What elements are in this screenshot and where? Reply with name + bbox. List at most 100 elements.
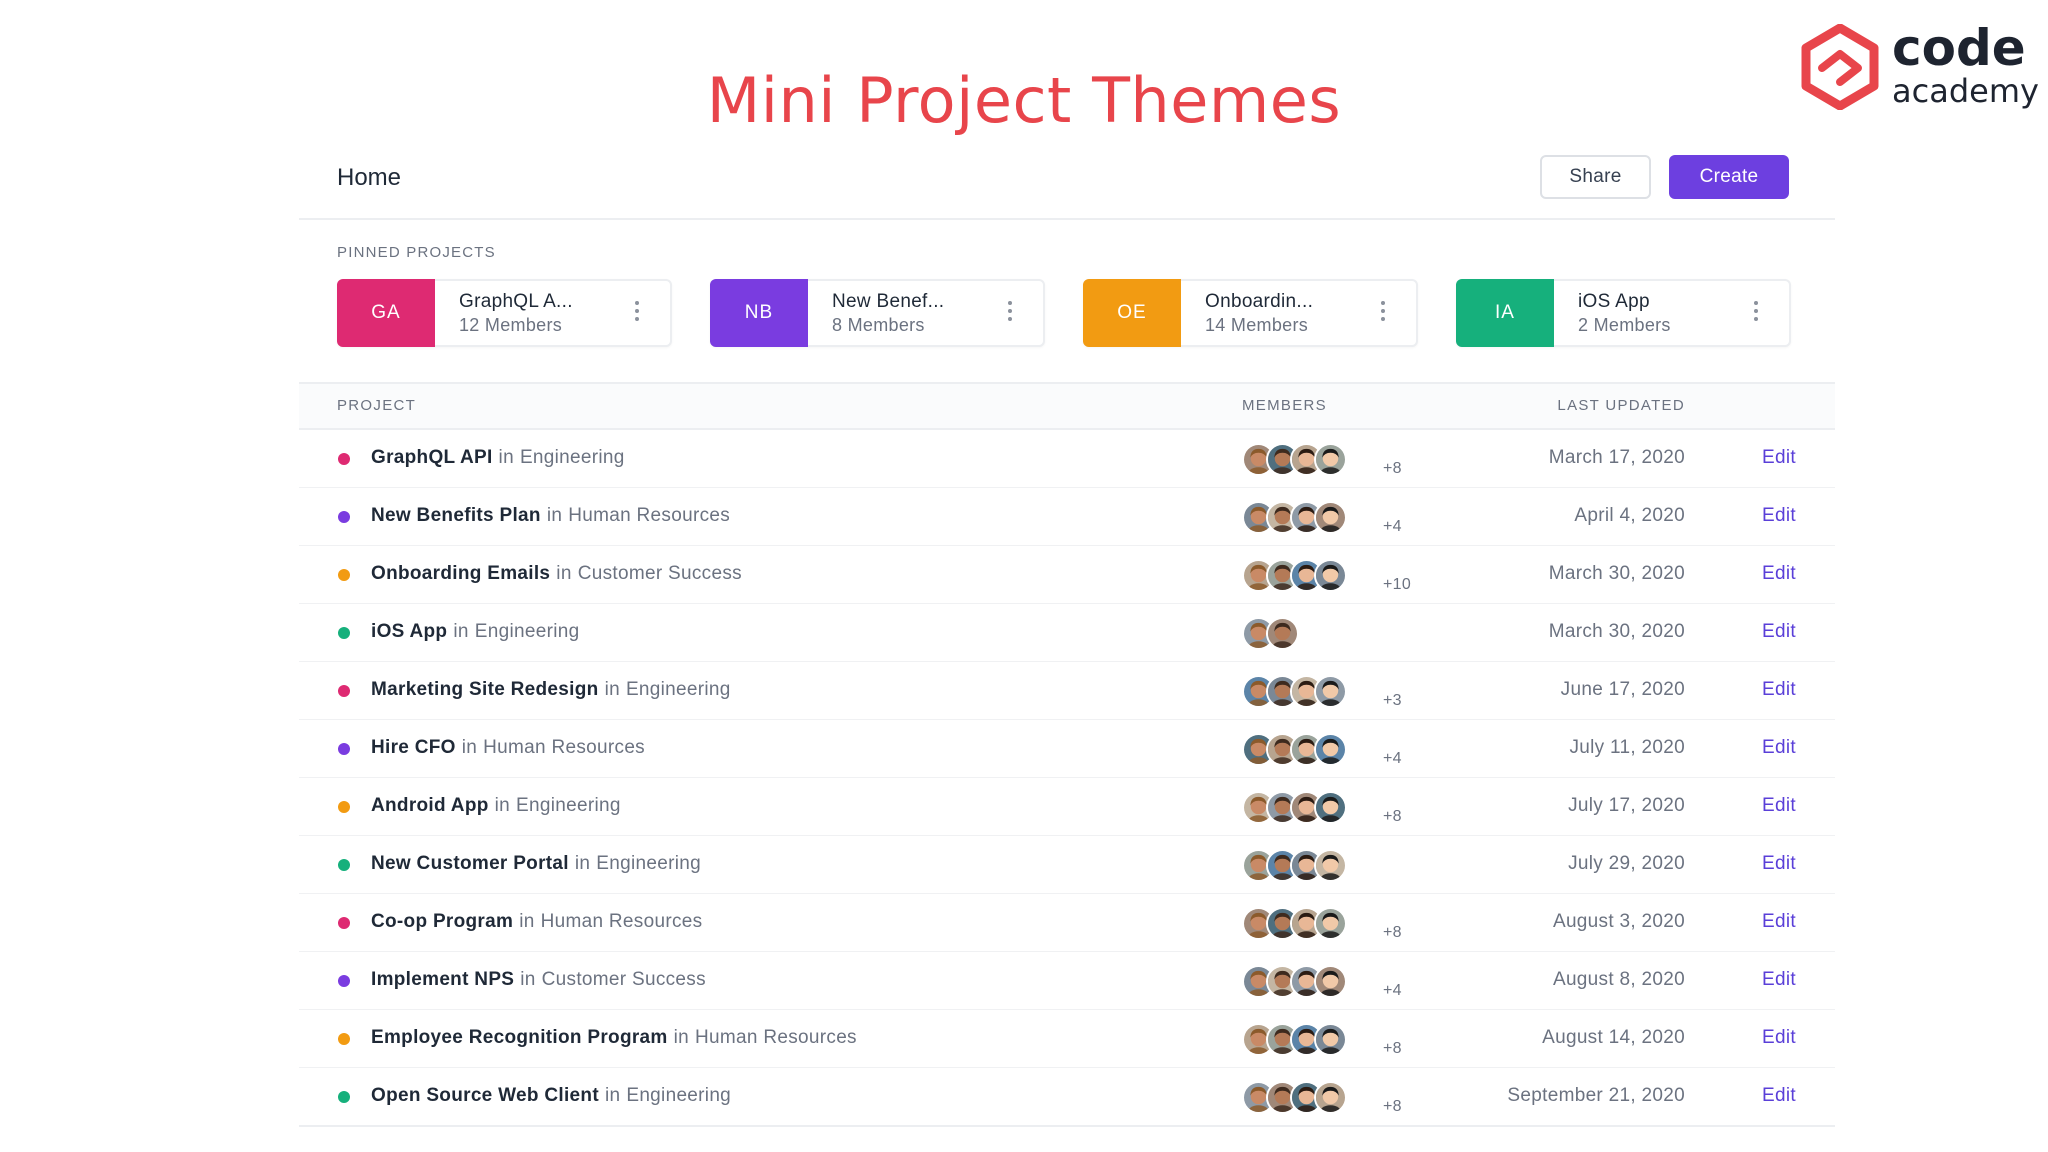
more-vertical-icon[interactable] [633,301,641,325]
last-updated-date: July 29, 2020 [1568,853,1685,874]
project-name[interactable]: Co-op Program [371,911,513,932]
project-cell: Onboarding Emails in Customer Success [371,563,742,585]
project-cell: Android App in Engineering [371,795,621,817]
table-row[interactable]: Employee Recognition Program in Human Reso… [299,1010,1835,1068]
project-color-dot [338,1091,350,1103]
edit-link[interactable]: Edit [1762,737,1796,759]
pinned-project-members: 8 Members [832,315,925,335]
edit-link[interactable]: Edit [1762,621,1796,643]
project-name[interactable]: Implement NPS [371,969,514,990]
column-header-last-updated[interactable]: LAST UPDATED [1557,397,1685,414]
edit-link[interactable]: Edit [1762,1027,1796,1049]
avatar [1314,675,1347,708]
project-department: Human Resources [540,911,703,932]
project-department: Engineering [596,853,701,874]
project-name[interactable]: Employee Recognition Program [371,1027,668,1048]
project-name[interactable]: Android App [371,795,489,816]
edit-link[interactable]: Edit [1762,969,1796,991]
project-in-label: in [556,563,572,584]
edit-link[interactable]: Edit [1762,505,1796,527]
code-academy-logo: code academy [1800,19,2040,110]
pinned-project-name: New Benef... [832,291,945,312]
last-updated-date: March 17, 2020 [1548,447,1685,468]
project-cell: Marketing Site Redesign in Engineering [371,679,731,701]
project-color-dot [338,453,350,465]
project-cell: GraphQL API in Engineering [371,447,625,469]
project-color-dot [338,1033,350,1045]
extra-members-count: +4 [1383,750,1402,767]
table-row[interactable]: Co-op Program in Human Resources +8 August 3… [299,894,1835,952]
table-row[interactable]: GraphQL API in Engineering +8 March 17, 2020… [299,430,1835,488]
project-cell: iOS App in Engineering [371,621,579,643]
project-initials-badge: NB [710,279,808,347]
edit-link[interactable]: Edit [1762,563,1796,585]
project-name[interactable]: New Customer Portal [371,853,569,874]
project-name[interactable]: Hire CFO [371,737,456,758]
project-name[interactable]: iOS App [371,621,447,642]
project-in-label: in [494,795,511,816]
table-row[interactable]: New Benefits Plan in Human Resources +4 Apri… [299,488,1835,546]
column-header-project[interactable]: PROJECT [337,397,416,414]
more-vertical-icon[interactable] [1006,301,1014,325]
project-name[interactable]: Open Source Web Client [371,1085,599,1106]
logo-line-2: academy [1892,72,2039,110]
project-color-dot [338,511,350,523]
project-color-dot [338,743,350,755]
project-cell: New Customer Portal in Engineering [371,853,701,875]
more-vertical-icon[interactable] [1752,301,1760,325]
more-vertical-icon[interactable] [1379,301,1387,325]
project-name[interactable]: New Benefits Plan [371,505,541,526]
extra-members-count: +8 [1383,808,1402,825]
project-name[interactable]: GraphQL API [371,447,493,468]
projects-table: GraphQL API in Engineering +8 March 17, 2020… [299,430,1835,1127]
edit-link[interactable]: Edit [1762,795,1796,817]
table-row[interactable]: Open Source Web Client in Engineering +8 Sep… [299,1068,1835,1127]
project-in-label: in [498,447,514,468]
project-in-label: in [453,621,469,642]
table-row[interactable]: Hire CFO in Human Resources +4 July 11, 2020… [299,720,1835,778]
project-name[interactable]: Marketing Site Redesign [371,679,599,700]
project-name[interactable]: Onboarding Emails [371,563,550,584]
table-row[interactable]: Android App in Engineering +8 July 17, 2020 E… [299,778,1835,836]
pinned-project-card[interactable]: GA GraphQL A... 12 Members [337,279,672,347]
project-in-label: in [520,969,536,990]
table-row[interactable]: iOS App in Engineering March 30, 2020 Edit [299,604,1835,662]
project-in-label: in [673,1027,690,1048]
logo-line-1: code [1892,19,2026,77]
pinned-project-members: 2 Members [1578,315,1671,335]
table-row[interactable]: Onboarding Emails in Customer Success +10 Ma… [299,546,1835,604]
avatar [1314,1081,1347,1114]
project-initials-badge: GA [337,279,435,347]
project-color-dot [338,569,350,581]
edit-link[interactable]: Edit [1762,447,1796,469]
project-in-label: in [461,737,478,758]
projects-dashboard: Home Share Create PINNED PROJECTS GA Grap… [299,140,1835,1127]
edit-link[interactable]: Edit [1762,853,1796,875]
edit-link[interactable]: Edit [1762,679,1796,701]
project-color-dot [338,627,350,639]
edit-link[interactable]: Edit [1762,1085,1796,1107]
pinned-project-card[interactable]: OE Onboardin... 14 Members [1083,279,1418,347]
pinned-project-name: iOS App [1578,291,1650,312]
pinned-project-card[interactable]: IA iOS App 2 Members [1456,279,1791,347]
table-row[interactable]: Marketing Site Redesign in Engineering +3 Ju… [299,662,1835,720]
pinned-project-card[interactable]: NB New Benef... 8 Members [710,279,1045,347]
project-in-label: in [574,853,591,874]
project-initials-badge: OE [1083,279,1181,347]
project-cell: Employee Recognition Program in Human Reso… [371,1027,857,1049]
column-header-members[interactable]: MEMBERS [1242,397,1327,414]
extra-members-count: +8 [1383,924,1402,941]
pinned-project-members: 12 Members [459,315,563,335]
project-color-dot [338,917,350,929]
project-color-dot [338,975,350,987]
table-row[interactable]: Implement NPS in Customer Success +4 August … [299,952,1835,1010]
avatar [1266,617,1299,650]
edit-link[interactable]: Edit [1762,911,1796,933]
table-row[interactable]: New Customer Portal in Engineering July 29,… [299,836,1835,894]
pinned-project-name: GraphQL A... [459,291,573,312]
share-button[interactable]: Share [1540,155,1651,199]
avatar [1314,965,1347,998]
project-department: Customer Success [541,969,706,990]
table-header: PROJECT MEMBERS LAST UPDATED [299,382,1835,430]
create-button[interactable]: Create [1669,155,1789,199]
